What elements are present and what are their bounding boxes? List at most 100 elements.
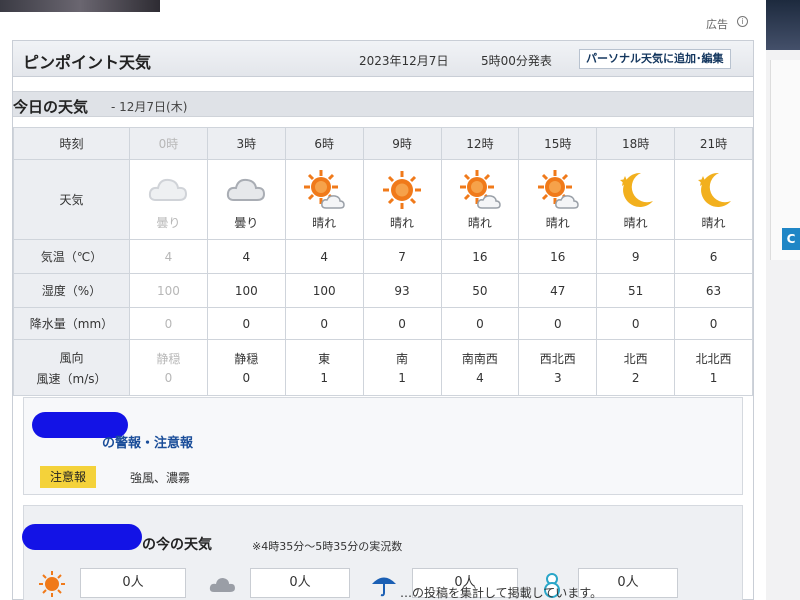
wind-direction: 北西 [623,352,648,366]
cloud-icon [146,168,190,212]
precip-cell: 0 [674,307,753,340]
wind-direction: 北北西 [695,352,732,366]
humidity-row-label: 湿度（%） [13,273,130,308]
today-title: 今日の天気 [13,98,89,116]
precip-cell: 0 [518,307,598,340]
precip-cell: 0 [206,307,286,340]
temperature-row: 気温（℃） 4 4 4 7 16 16 9 6 [13,239,753,274]
advisory-badge: 注意報 [40,466,97,488]
top-bar: 広告 i [0,0,800,38]
humidity-cell: 93 [362,273,442,308]
warnings-link[interactable]: の警報・注意報 [102,432,193,451]
condition-label: 晴れ [390,216,415,230]
condition-label: 晴れ [312,216,337,230]
current-weather-panel: の今の天気 ※4時35分～5時35分の実況数 0人 0人 0人 0人 [22,505,743,600]
wind-cell: 東 1 [284,339,364,396]
redacted-location [22,524,142,550]
sunny-count: 0人 [80,568,186,598]
weather-cell: 晴れ [362,159,442,240]
issue-date: 2023年12月7日 [359,54,449,68]
moon-icon [692,168,736,212]
weather-cell: 晴れ [518,159,598,240]
wind-direction-label: 風向 [59,350,84,365]
wind-cell: 静穏 0 [206,339,286,396]
temp-cell: 9 [596,239,676,274]
wind-cell: 南 1 [362,339,442,396]
temperature-row-label: 気温（℃） [13,239,130,274]
wind-speed: 2 [631,371,640,385]
condition-label: 晴れ [701,216,726,230]
warnings-panel: の警報・注意報 注意報 強風、濃霧 [23,397,743,495]
sun-icon [38,570,66,598]
cloud-icon [224,168,268,212]
temp-cell: 4 [284,239,364,274]
humidity-cell: 50 [440,273,520,308]
wind-speed: 1 [709,371,718,385]
panel-header: ピンポイント天気 2023年12月7日 5時00分発表 パーソナル天気に追加･編… [13,41,753,77]
wind-cell: 西北西 3 [518,339,598,396]
humidity-cell: 100 [284,273,364,308]
wind-direction: 南南西 [461,352,498,366]
humidity-cell: 47 [518,273,598,308]
precipitation-row: 降水量（mm） 0 0 0 0 0 0 0 0 [13,307,753,340]
wind-speed: 1 [320,371,328,385]
umbrella-icon [370,570,398,598]
humidity-row: 湿度（%） 100 100 100 93 50 47 51 63 [13,273,753,308]
wind-speed-label: 風速（m/s） [36,371,107,386]
wind-speed: 0 [242,371,251,385]
temp-cell: 4 [206,239,286,274]
time-cell: 6時 [284,127,364,160]
precip-cell: 0 [440,307,520,340]
humidity-cell: 63 [674,273,753,308]
time-cell: 12時 [440,127,520,160]
precip-cell: 0 [284,307,364,340]
sun-cloud-icon [536,168,580,212]
time-cell: 0時 [129,127,208,160]
moon-icon [614,168,658,212]
today-date: - 12月7日(木) [111,100,188,114]
time-row: 時刻 0時 3時 6時 9時 12時 15時 18時 21時 [13,127,753,160]
condition-label: 晴れ [623,216,648,230]
time-cell: 18時 [596,127,676,160]
current-weather-note: ※4時35分～5時35分の実況数 [252,540,403,553]
wind-speed: 0 [164,371,173,385]
wind-speed: 4 [476,371,484,385]
cloudy-count: 0人 [250,568,350,598]
condition-label: 曇り [234,216,259,230]
condition-label: 晴れ [467,216,492,230]
today-bar: 今日の天気 - 12月7日(木) [13,91,753,117]
precip-cell: 0 [362,307,442,340]
weather-cell: 晴れ [674,159,753,240]
humidity-cell: 100 [206,273,286,308]
sidebar-badge[interactable]: C [782,228,800,250]
wind-cell: 北北西 1 [674,339,753,396]
temp-cell: 7 [362,239,442,274]
sidebar-photo [766,0,800,50]
wind-row: 風向 風速（m/s） 静穏 0 静穏 0 東 1 南 1 南南西 4 西北西 3… [13,339,753,396]
sun-icon [380,168,424,212]
header-photo [0,0,160,12]
wind-direction: 静穏 [234,352,259,366]
time-cell: 15時 [518,127,598,160]
pinpoint-weather-panel: ピンポイント天気 2023年12月7日 5時00分発表 パーソナル天気に追加･編… [12,40,754,600]
time-cell: 9時 [362,127,442,160]
wind-direction: 東 [318,352,331,366]
weather-cell: 曇り [129,159,208,240]
issue-time: 5時00分発表 [481,54,552,68]
wind-speed: 3 [553,371,562,385]
wind-row-label: 風向 風速（m/s） [13,339,130,396]
precip-cell: 0 [596,307,676,340]
wind-cell: 静穏 0 [129,339,208,396]
cloud-icon [208,570,236,598]
weather-cell: 曇り [206,159,286,240]
humidity-cell: 100 [129,273,208,308]
temp-cell: 6 [674,239,753,274]
weather-row: 天気 曇り 曇り 晴れ 晴れ 晴れ 晴れ 晴れ 晴れ [13,159,753,240]
page-title: ピンポイント天気 [23,53,152,72]
footer-note: …の投稿を集計して掲載しています。 [400,586,603,600]
sun-cloud-icon [458,168,502,212]
current-weather-title: の今の天気 [142,537,212,553]
info-icon[interactable]: i [737,16,748,27]
humidity-cell: 51 [596,273,676,308]
add-personal-weather-button[interactable]: パーソナル天気に追加･編集 [579,49,731,69]
